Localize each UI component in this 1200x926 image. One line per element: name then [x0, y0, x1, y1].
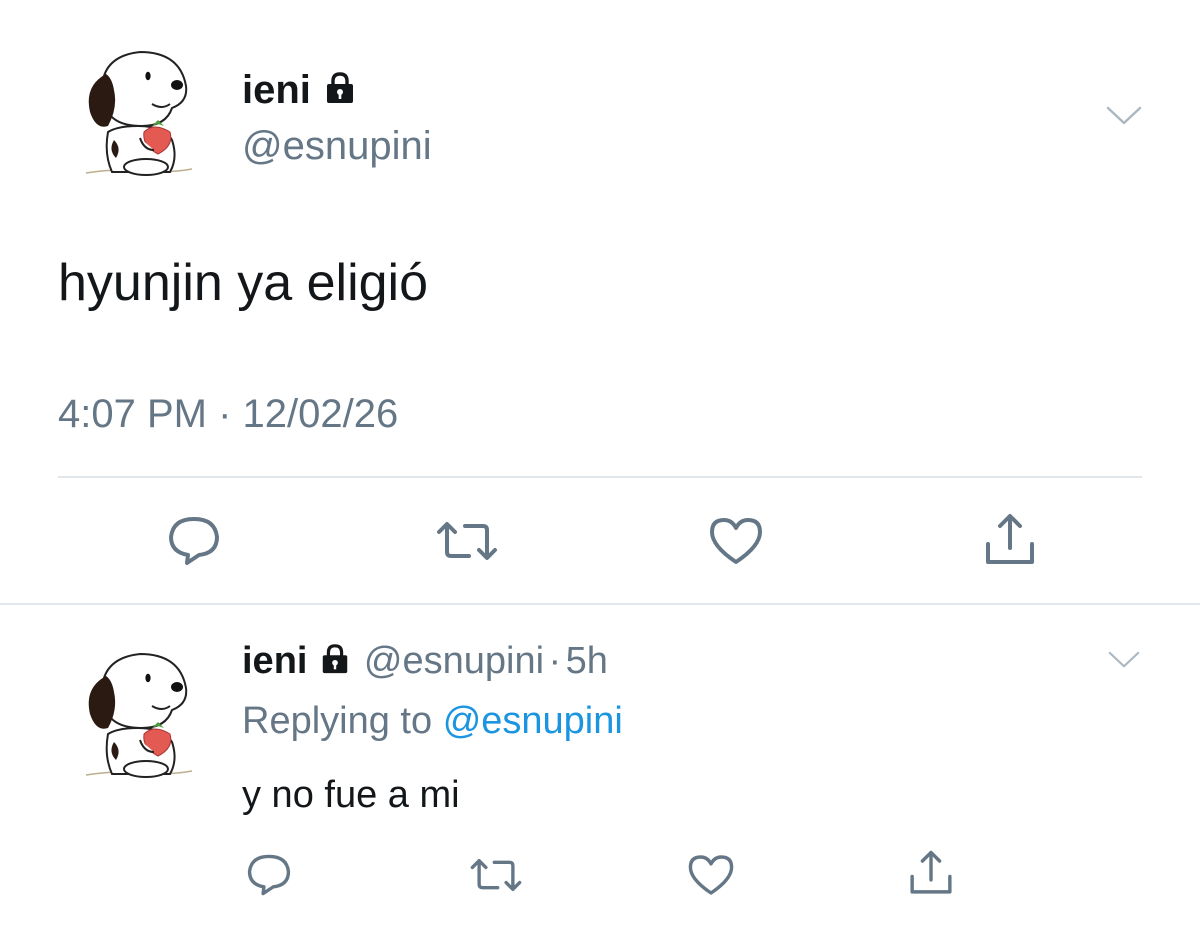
like-button[interactable] — [706, 512, 766, 570]
share-icon — [986, 514, 1034, 564]
replying-handle-link[interactable]: @esnupini — [443, 700, 623, 742]
retweet-icon — [437, 522, 497, 560]
share-icon — [910, 850, 952, 894]
reply-button[interactable] — [164, 512, 224, 570]
like-icon — [688, 855, 734, 895]
lock-icon — [323, 70, 357, 115]
main-tweet-timestamp[interactable]: 4:07 PM · 12/02/26 — [58, 392, 398, 437]
display-name[interactable]: ieni — [242, 68, 311, 112]
chevron-down-icon[interactable] — [1108, 650, 1148, 674]
share-button[interactable] — [980, 510, 1040, 570]
reply-icon — [247, 854, 291, 896]
reply-icon — [169, 517, 219, 565]
tweet-time: 4:07 PM — [58, 392, 207, 436]
tweet-date: 12/02/26 — [242, 392, 399, 436]
share-button[interactable] — [904, 846, 958, 900]
like-button[interactable] — [686, 852, 736, 898]
display-name[interactable]: ieni — [242, 640, 307, 682]
snoopy-avatar-icon — [85, 652, 193, 778]
reply-age[interactable]: 5h — [566, 640, 608, 682]
snoopy-avatar-icon — [85, 50, 193, 176]
reply-tweet-avatar[interactable] — [78, 648, 198, 778]
reply-handle[interactable]: @esnupini — [364, 640, 544, 682]
main-tweet-text: hyunjin ya eligió — [58, 254, 429, 312]
main-display-name-row: ieni — [242, 68, 357, 115]
divider — [58, 476, 1142, 478]
retweet-button[interactable] — [432, 512, 502, 570]
reply-header: ieni @esnupini · 5h — [242, 640, 608, 683]
like-icon — [710, 518, 762, 564]
main-handle[interactable]: @esnupini — [242, 124, 432, 169]
reply-separator: · — [548, 640, 562, 682]
reply-button[interactable] — [244, 850, 294, 900]
lock-icon — [319, 643, 351, 680]
retweet-icon — [470, 858, 522, 892]
reply-tweet-text: y no fue a mi — [242, 774, 460, 816]
replying-label: Replying to — [242, 700, 433, 742]
time-separator: · — [218, 392, 232, 436]
retweet-button[interactable] — [468, 852, 524, 898]
main-tweet-avatar[interactable] — [78, 46, 198, 176]
tweet-separator — [0, 603, 1200, 605]
replying-to: Replying to @esnupini — [242, 700, 623, 743]
chevron-down-icon[interactable] — [1106, 105, 1146, 129]
